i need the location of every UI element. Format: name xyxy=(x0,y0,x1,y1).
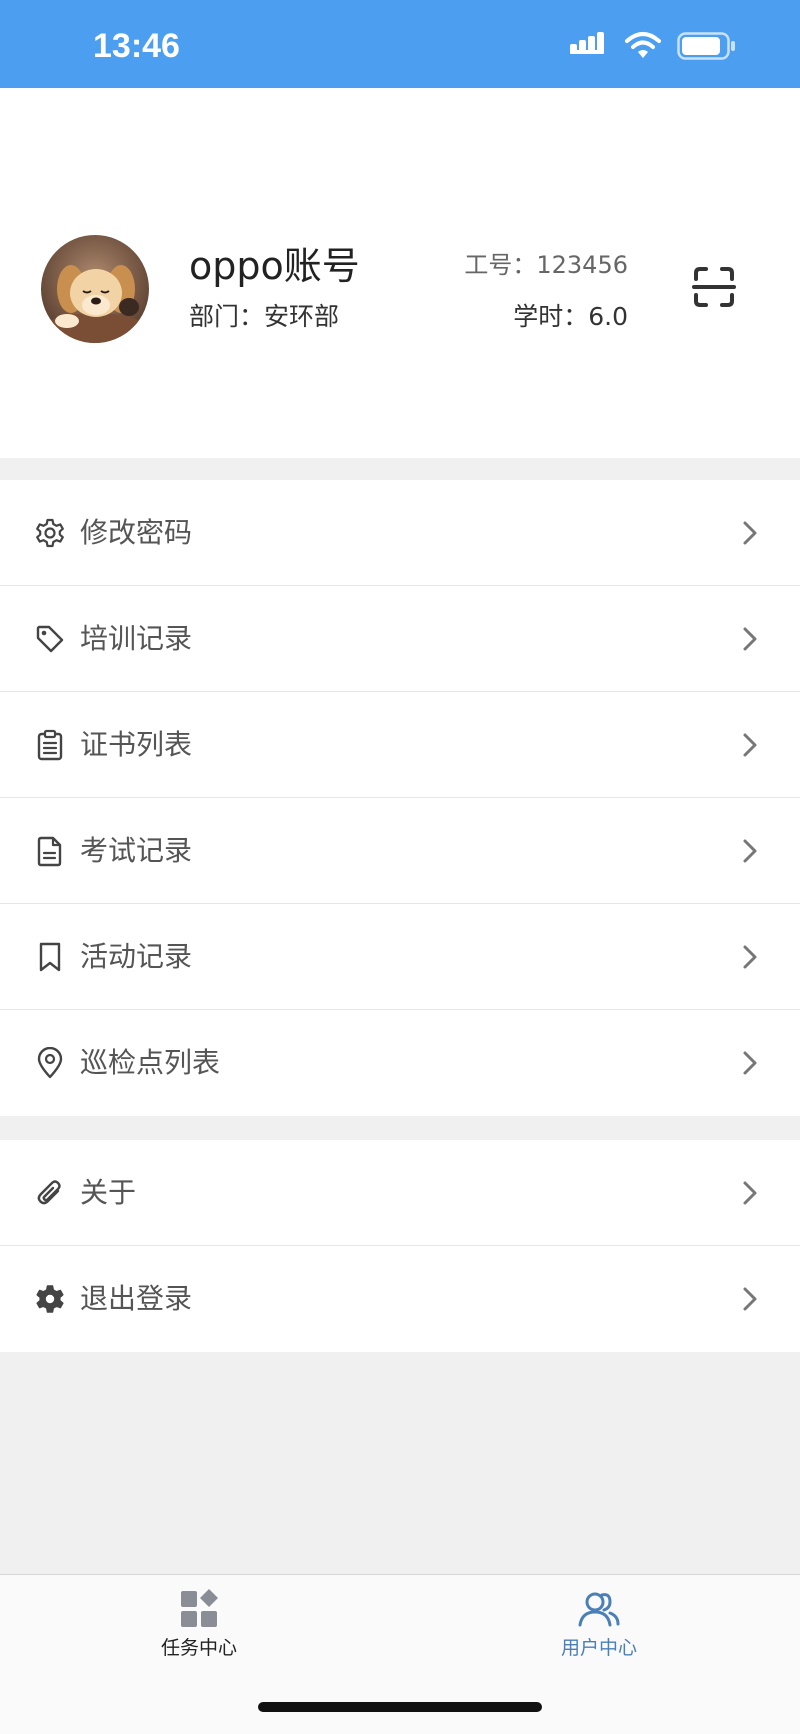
home-indicator[interactable] xyxy=(258,1702,542,1712)
wifi-icon xyxy=(625,32,661,58)
menu-item-logout[interactable]: 退出登录 xyxy=(0,1246,800,1352)
menu-item-exam-records[interactable]: 考试记录 xyxy=(0,798,800,904)
scan-icon[interactable] xyxy=(690,263,738,311)
menu-label: 活动记录 xyxy=(80,940,193,973)
location-pin-icon xyxy=(37,1047,63,1079)
menu-label: 培训记录 xyxy=(80,622,193,655)
menu-item-inspection-points[interactable]: 巡检点列表 xyxy=(0,1010,800,1116)
menu-label: 退出登录 xyxy=(80,1282,193,1315)
menu-label: 证书列表 xyxy=(80,728,193,761)
bookmark-icon xyxy=(39,942,61,972)
tab-user-center[interactable]: 用户中心 xyxy=(499,1575,699,1695)
avatar[interactable] xyxy=(41,235,149,343)
puppy-avatar-image xyxy=(41,235,149,343)
chevron-right-icon xyxy=(743,733,757,757)
chevron-right-icon xyxy=(743,627,757,651)
clipboard-list-icon xyxy=(37,729,63,761)
menu-label: 关于 xyxy=(80,1176,137,1209)
menu-item-about[interactable]: 关于 xyxy=(0,1140,800,1246)
chevron-right-icon xyxy=(743,1051,757,1075)
tab-label: 任务中心 xyxy=(160,1637,237,1659)
profile-name: oppo账号 xyxy=(189,244,360,288)
profile-card: oppo账号 部门：安环部 工号：123456 学时：6.0 xyxy=(0,88,800,458)
tab-task-center[interactable]: 任务中心 xyxy=(99,1575,299,1695)
status-time: 13:46 xyxy=(93,27,180,65)
menu-item-training-records[interactable]: 培训记录 xyxy=(0,586,800,692)
status-bar: 13:46 xyxy=(0,0,800,88)
chevron-right-icon xyxy=(743,1181,757,1205)
menu-label: 巡检点列表 xyxy=(80,1046,221,1079)
menu-item-activity-records[interactable]: 活动记录 xyxy=(0,904,800,1010)
chevron-right-icon xyxy=(743,945,757,969)
menu-group-primary: 修改密码 培训记录 证书列表 考试记录 活动记录 巡检点列表 xyxy=(0,480,800,1116)
chevron-right-icon xyxy=(743,839,757,863)
menu-label: 修改密码 xyxy=(80,516,193,549)
chevron-right-icon xyxy=(743,521,757,545)
chevron-right-icon xyxy=(743,1287,757,1311)
menu-label: 考试记录 xyxy=(80,834,193,867)
profile-department: 部门：安环部 xyxy=(189,302,340,331)
paperclip-icon xyxy=(37,1180,61,1205)
apps-grid-icon xyxy=(181,1589,218,1627)
tab-label: 用户中心 xyxy=(560,1637,637,1659)
gear-outline-icon xyxy=(36,518,64,548)
profile-study-hours: 学时：6.0 xyxy=(513,302,628,331)
menu-item-change-password[interactable]: 修改密码 xyxy=(0,480,800,586)
signal-icon xyxy=(570,32,604,54)
battery-icon xyxy=(677,32,735,60)
menu-group-secondary: 关于 退出登录 xyxy=(0,1140,800,1352)
document-icon xyxy=(37,836,62,867)
tag-icon xyxy=(36,625,64,653)
profile-employee-id: 工号：123456 xyxy=(464,251,628,279)
gear-filled-icon xyxy=(36,1285,64,1313)
users-icon xyxy=(578,1592,620,1627)
menu-item-certificate-list[interactable]: 证书列表 xyxy=(0,692,800,798)
